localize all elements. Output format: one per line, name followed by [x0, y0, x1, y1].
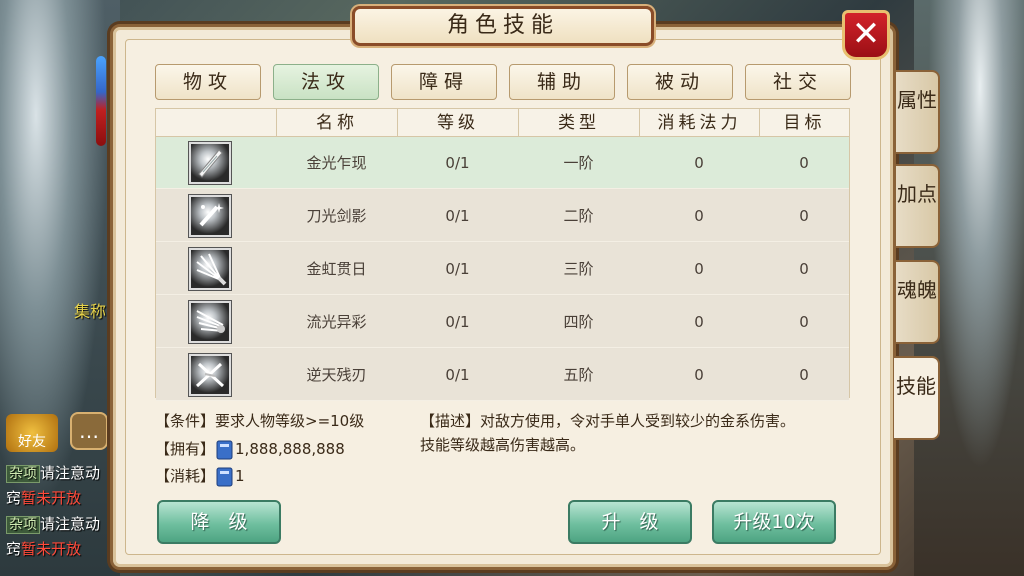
skill-mana: 0 — [694, 366, 704, 384]
upgrade-button[interactable]: 升 级 — [568, 500, 692, 544]
skill-mana: 0 — [694, 154, 704, 172]
skill-type: 五阶 — [563, 366, 594, 384]
burst-sword-icon — [189, 248, 231, 290]
chat-text: 窍 — [6, 540, 22, 558]
cost-label: 【消耗】 — [155, 467, 216, 485]
tab-magic-attack[interactable]: 法攻 — [273, 64, 379, 100]
chat-line[interactable]: 窍暂未开放 — [6, 487, 81, 508]
skill-name: 金光乍现 — [306, 154, 367, 172]
skill-name: 刀光剑影 — [306, 207, 367, 225]
skill-type: 四阶 — [563, 313, 594, 331]
skill-book-icon — [216, 467, 233, 486]
table-header: 名称 等级 类型 消耗法力 目标 — [156, 109, 849, 137]
chat-line[interactable]: 杂项 请注意动 — [6, 462, 100, 483]
description-line-2: 技能等级越高伤害越高。 — [420, 436, 586, 454]
tab-passive[interactable]: 被动 — [627, 64, 733, 100]
table-row[interactable]: 流光异彩 0/1 四阶 0 0 — [156, 296, 849, 348]
chat-bubble-icon[interactable]: … — [70, 412, 108, 450]
chat-line[interactable]: 杂项 请注意动 — [6, 513, 100, 534]
side-tab-label: 加点 — [897, 182, 937, 206]
side-tab-soul[interactable]: 魂魄 — [896, 260, 940, 344]
skill-target: 0 — [799, 313, 809, 331]
side-tab-label: 属性 — [897, 88, 937, 112]
friends-button[interactable]: 好友 — [6, 414, 58, 452]
fan-blades-icon — [189, 301, 231, 343]
skill-level: 0/1 — [445, 366, 470, 384]
skills-table: 名称 等级 类型 消耗法力 目标 金光乍现 0/1 一阶 0 0 刀光剑影 0/… — [155, 108, 850, 401]
chat-red-text: 暂未开放 — [21, 489, 82, 507]
sparkle-blade-icon — [189, 195, 231, 237]
skill-level: 0/1 — [445, 313, 470, 331]
header-icon — [156, 109, 276, 137]
chat-red-text: 暂未开放 — [21, 540, 82, 558]
skill-level: 0/1 — [445, 207, 470, 225]
skill-name: 逆天残刃 — [306, 366, 367, 384]
skill-name: 流光异彩 — [306, 313, 367, 331]
downgrade-button[interactable]: 降 级 — [157, 500, 281, 544]
skill-level: 0/1 — [445, 260, 470, 278]
table-row[interactable]: 金虹贯日 0/1 三阶 0 0 — [156, 243, 849, 295]
sword-blade-icon — [189, 142, 231, 184]
condition-text: 【条件】要求人物等级>=10级 — [155, 412, 365, 430]
table-row[interactable]: 金光乍现 0/1 一阶 0 0 — [156, 137, 849, 189]
tab-social[interactable]: 社交 — [745, 64, 851, 100]
side-tab-points[interactable]: 加点 — [896, 164, 940, 248]
side-tab-label: 魂魄 — [897, 278, 937, 302]
skill-mana: 0 — [694, 260, 704, 278]
table-row[interactable]: 刀光剑影 0/1 二阶 0 0 — [156, 190, 849, 242]
owned-value: 1,888,888,888 — [235, 440, 345, 458]
skill-target: 0 — [799, 260, 809, 278]
owned-label: 【拥有】 — [155, 440, 216, 458]
close-button[interactable]: ✕ — [842, 10, 890, 60]
header-type: 类型 — [518, 109, 639, 137]
skill-type: 一阶 — [563, 154, 594, 172]
skill-target: 0 — [799, 207, 809, 225]
chat-text: 请注意动 — [40, 515, 101, 533]
chat-tag: 杂项 — [6, 516, 40, 534]
friends-label: 好友 — [18, 434, 46, 450]
chat-tag: 杂项 — [6, 465, 40, 483]
skill-mana: 0 — [694, 313, 704, 331]
gather-text: 集称 — [74, 302, 107, 321]
tab-physical-attack[interactable]: 物攻 — [155, 64, 261, 100]
upgrade-10-button[interactable]: 升级10次 — [712, 500, 836, 544]
crossed-blades-icon — [189, 354, 231, 396]
chat-line[interactable]: 窍暂未开放 — [6, 538, 81, 559]
chat-text: 窍 — [6, 489, 22, 507]
header-level: 等级 — [397, 109, 518, 137]
description-line-1: 【描述】对敌方使用，令对手单人受到较少的金系伤害。 — [420, 412, 796, 430]
header-name: 名称 — [276, 109, 397, 137]
skill-target: 0 — [799, 154, 809, 172]
side-tab-attributes[interactable]: 属性 — [896, 70, 940, 154]
skill-target: 0 — [799, 366, 809, 384]
hanging-ornament — [96, 56, 106, 146]
skill-type: 三阶 — [563, 260, 594, 278]
header-target: 目标 — [759, 109, 849, 137]
cost-line: 【消耗】 1 — [155, 465, 245, 488]
chat-text: 请注意动 — [40, 464, 101, 482]
table-row[interactable]: 逆天残刃 0/1 五阶 0 0 — [156, 349, 849, 401]
skill-name: 金虹贯日 — [306, 260, 367, 278]
panel-title: 角色技能 — [352, 6, 654, 46]
skill-mana: 0 — [694, 207, 704, 225]
tab-support[interactable]: 辅助 — [509, 64, 615, 100]
side-tab-label: 技能 — [896, 374, 936, 398]
skill-type: 二阶 — [563, 207, 594, 225]
skill-book-icon — [216, 440, 233, 459]
side-tab-skills[interactable]: 技能 — [894, 356, 940, 440]
owned-line: 【拥有】 1,888,888,888 — [155, 438, 345, 461]
skill-level: 0/1 — [445, 154, 470, 172]
cost-value: 1 — [235, 467, 245, 485]
tab-obstacle[interactable]: 障碍 — [391, 64, 497, 100]
header-mana: 消耗法力 — [639, 109, 759, 137]
